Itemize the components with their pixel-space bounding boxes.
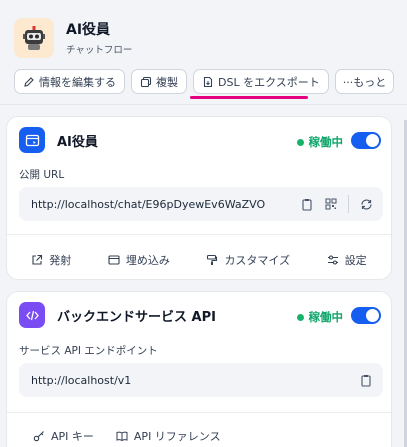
- field-divider: [348, 195, 349, 213]
- embed-window-icon: [108, 255, 120, 265]
- export-dsl-button[interactable]: DSL をエクスポート: [193, 69, 329, 94]
- embed-button[interactable]: 埋め込み: [108, 252, 170, 268]
- status-dot: [296, 313, 304, 321]
- webapp-actions: 発射 埋め込み カスタマイズ 設定: [7, 252, 391, 268]
- refresh-icon[interactable]: [359, 197, 373, 211]
- more-label: ···もっと: [342, 75, 387, 89]
- api-card: バックエンドサービス API 稼働中 サービス API エンドポイント http…: [6, 291, 392, 447]
- api-endpoint-field: http://localhost/v1: [19, 363, 383, 397]
- api-status: 稼働中: [296, 309, 344, 325]
- file-export-icon: [203, 76, 213, 87]
- pencil-icon: [24, 76, 34, 87]
- edit-info-button[interactable]: 情報を編集する: [14, 69, 125, 94]
- sliders-icon: [327, 255, 338, 265]
- api-key-button[interactable]: API キー: [33, 428, 94, 444]
- app-subtitle: チャットフロー: [66, 44, 133, 56]
- copy-icon: [140, 76, 152, 87]
- robot-avatar: [14, 18, 54, 58]
- api-title: バックエンドサービス API: [57, 309, 216, 325]
- card-divider: [7, 234, 391, 235]
- header-divider: [0, 104, 407, 105]
- robot-icon: [23, 26, 45, 50]
- webapp-status-label: 稼働中: [308, 135, 344, 149]
- webapp-toggle[interactable]: [351, 132, 381, 149]
- export-dsl-label: DSL をエクスポート: [218, 75, 320, 89]
- window-icon: [19, 127, 45, 153]
- customize-button[interactable]: カスタマイズ: [206, 252, 290, 268]
- clipboard-icon[interactable]: [300, 197, 314, 211]
- webapp-title: AI役員: [57, 134, 98, 150]
- highlight-underline: [190, 96, 308, 99]
- qr-code-icon[interactable]: [324, 197, 338, 211]
- webapp-card: AI役員 稼働中 公開 URL http://localhost/chat/E9…: [6, 116, 392, 280]
- public-url-value: http://localhost/chat/E96pDyewEv6WaZVO: [31, 197, 266, 211]
- launch-button[interactable]: 発射: [31, 252, 71, 268]
- more-button[interactable]: ···もっと: [334, 69, 395, 94]
- api-reference-label: API リファレンス: [133, 430, 221, 443]
- clipboard-icon[interactable]: [359, 373, 373, 387]
- api-reference-button[interactable]: API リファレンス: [116, 428, 221, 444]
- status-dot: [296, 138, 304, 146]
- api-status-label: 稼働中: [308, 310, 344, 324]
- duplicate-button[interactable]: 複製: [131, 69, 187, 94]
- key-icon: [33, 431, 44, 442]
- settings-label: 設定: [344, 254, 367, 267]
- duplicate-label: 複製: [156, 75, 178, 89]
- app-header: AI役員 チャットフロー: [14, 18, 132, 58]
- public-url-field: http://localhost/chat/E96pDyewEv6WaZVO: [19, 187, 383, 221]
- paint-roller-icon: [207, 254, 218, 265]
- code-icon: [19, 302, 45, 328]
- api-key-label: API キー: [51, 430, 94, 443]
- toolbar: 情報を編集する 複製 DSL をエクスポート ···もっと: [14, 69, 395, 94]
- card-divider: [7, 412, 391, 413]
- app-title: AI役員: [66, 21, 111, 38]
- public-url-label: 公開 URL: [19, 169, 65, 181]
- webapp-status: 稼働中: [296, 134, 344, 150]
- settings-button[interactable]: 設定: [327, 252, 367, 268]
- api-endpoint-label: サービス API エンドポイント: [19, 345, 158, 357]
- external-link-icon: [32, 254, 43, 265]
- embed-label: 埋め込み: [125, 254, 170, 267]
- book-icon: [116, 431, 128, 442]
- launch-label: 発射: [49, 254, 72, 267]
- api-actions: API キー API リファレンス: [33, 428, 221, 444]
- api-toggle[interactable]: [351, 307, 381, 324]
- customize-label: カスタマイズ: [224, 254, 291, 267]
- api-endpoint-value: http://localhost/v1: [31, 373, 132, 387]
- edit-info-label: 情報を編集する: [39, 75, 116, 89]
